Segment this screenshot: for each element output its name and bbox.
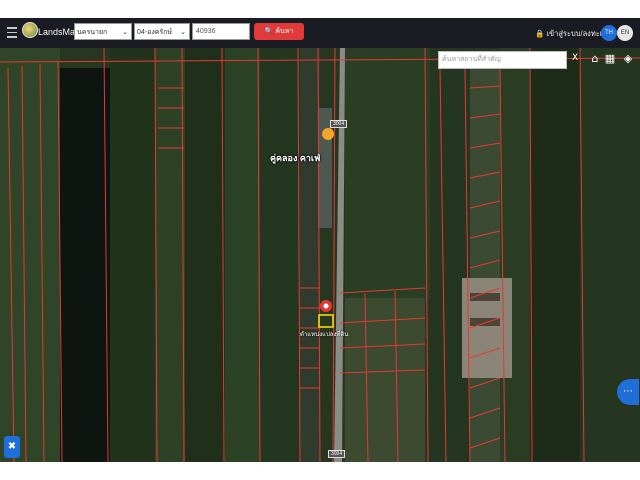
close-icon[interactable]: X [572, 53, 578, 63]
search-button[interactable]: 🔍 ค้นหา [254, 23, 304, 40]
search-button-label: ค้นหา [275, 28, 294, 35]
bottom-bar [0, 462, 640, 480]
lock-icon: 🔒 [535, 29, 545, 38]
grid-icon[interactable]: ▦ [603, 52, 617, 66]
province-select[interactable]: นครนายก ⌄ [74, 23, 132, 40]
map-view[interactable]: 3004 3004 คู่คลอง คาเฟ่ ตำแหน่งแปลงที่ดิ… [0, 48, 640, 462]
layers-icon[interactable]: ◈ [621, 52, 635, 66]
chevron-down-icon: ⌄ [180, 29, 186, 36]
tools-icon[interactable]: ✖ [4, 436, 20, 458]
location-pin-icon [320, 300, 332, 312]
road-label-top: 3004 [330, 120, 348, 128]
parcel-number-input[interactable]: 40936 [192, 23, 250, 40]
place-label-cafe[interactable]: คู่คลอง คาเฟ่ [270, 151, 320, 165]
lang-en-button[interactable]: EN [617, 25, 633, 41]
search-icon: 🔍 [264, 28, 274, 35]
home-icon[interactable]: ⌂ [588, 52, 602, 66]
district-select[interactable]: 04-องครักษ์ ⌄ [134, 23, 190, 40]
place-search-placeholder: ค้นหาสถานที่สำคัญ [442, 56, 501, 63]
parcel-number-value: 40936 [196, 28, 216, 35]
chevron-down-icon: ⌄ [122, 29, 128, 36]
district-select-value: 04-องครักษ์ [137, 29, 173, 36]
hamburger-icon[interactable] [7, 27, 17, 39]
road-label-bottom: 3004 [328, 450, 346, 458]
province-select-value: นครนายก [77, 29, 108, 36]
place-search-input[interactable]: ค้นหาสถานที่สำคัญ [438, 51, 567, 69]
top-navigation-bar: LandsMaps นครนายก ⌄ 04-องครักษ์ ⌄ 40936 … [0, 18, 640, 48]
satellite-map [0, 48, 640, 462]
landsmaps-logo [22, 22, 38, 38]
parcel-location-label: ตำแหน่งแปลงที่ดิน [300, 332, 349, 338]
lang-th-button[interactable]: TH [601, 25, 617, 41]
more-dots-icon[interactable]: ⋯ [617, 379, 639, 405]
